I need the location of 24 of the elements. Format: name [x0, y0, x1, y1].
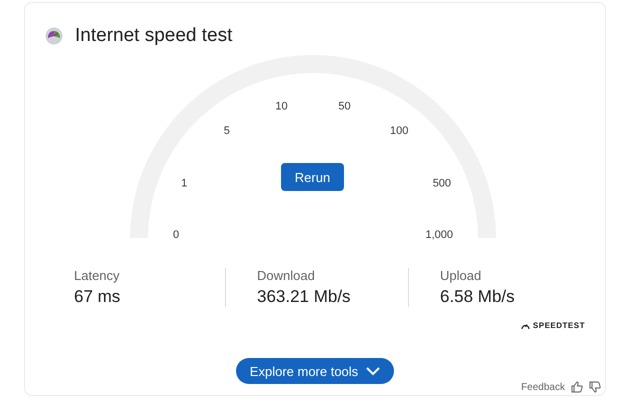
stat-value: 67 ms: [74, 287, 122, 307]
thumbs-up-icon[interactable]: [571, 381, 583, 393]
stat-label: Download: [257, 268, 316, 283]
stat-label: Upload: [440, 268, 482, 283]
rerun-button[interactable]: Rerun: [281, 163, 344, 191]
stat-value: 363.21 Mb/s: [257, 287, 352, 307]
gauge-tick-label: 50: [338, 100, 351, 112]
stat-label: Latency: [74, 268, 121, 283]
feedback-link[interactable]: Feedback: [521, 382, 565, 392]
card-title: Internet speed test: [75, 25, 232, 47]
gauge-tick-label: 10: [275, 100, 288, 112]
gauge-tick-label: 0: [173, 228, 180, 240]
gauge-icon: [45, 27, 63, 45]
gauge-tick-label: 100: [390, 124, 408, 137]
explore-button[interactable]: Explore more tools: [236, 358, 394, 384]
gauge-tick-label: 1,000: [425, 228, 453, 240]
chevron-down-icon: [366, 366, 380, 376]
gauge-tick-label: 500: [432, 177, 452, 190]
stat-value: 6.58 Mb/s: [440, 287, 516, 307]
thumbs-down-icon[interactable]: [589, 381, 601, 393]
gauge-tick-label: 1: [181, 177, 188, 190]
brand-logo: SPEEDTEST: [532, 321, 585, 330]
gauge-icon: [520, 322, 530, 330]
gauge-tick-label: 5: [224, 124, 230, 137]
